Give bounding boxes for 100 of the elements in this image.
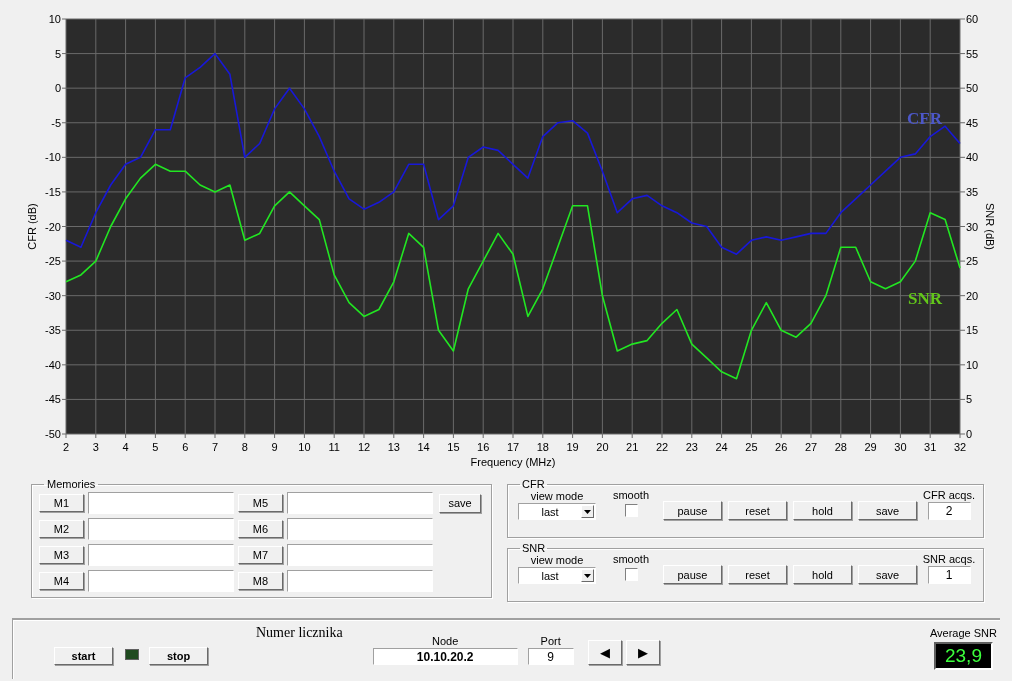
field-label: SNR acqs. bbox=[922, 553, 976, 566]
field-label: Average SNR bbox=[929, 627, 997, 640]
caret-icon bbox=[581, 505, 594, 518]
action-button[interactable]: hold bbox=[793, 565, 852, 584]
previous-button[interactable]: ◀ bbox=[587, 640, 622, 665]
axis-tick-label: 31 bbox=[924, 441, 937, 453]
memory-field[interactable] bbox=[287, 492, 433, 514]
smooth-checkbox[interactable] bbox=[624, 504, 638, 517]
memory-button[interactable]: M4 bbox=[39, 572, 84, 590]
axis-tick-label: 50 bbox=[966, 82, 979, 95]
axis-tick-label: 10 bbox=[298, 441, 311, 453]
axis-tick-label: 9 bbox=[271, 441, 278, 453]
field-label: Node bbox=[432, 635, 459, 648]
memory-field[interactable] bbox=[88, 492, 234, 514]
memory-field[interactable] bbox=[287, 518, 433, 540]
save-button[interactable]: save bbox=[439, 493, 481, 513]
axis-title: SNR (dB) bbox=[984, 202, 996, 251]
axis-tick-label: 26 bbox=[775, 441, 788, 453]
action-button[interactable]: hold bbox=[793, 501, 852, 520]
memory-field[interactable] bbox=[88, 570, 234, 592]
meter-label: Numer licznika bbox=[256, 625, 343, 641]
axis-tick-label: 5 bbox=[966, 393, 973, 406]
axis-tick-label: -25 bbox=[45, 255, 61, 268]
axis-tick-label: 4 bbox=[122, 441, 129, 453]
axis-tick-label: 23 bbox=[685, 441, 698, 453]
memory-button[interactable]: M2 bbox=[39, 520, 84, 538]
field-label: CFR acqs. bbox=[923, 489, 975, 502]
axis-tick-label: 0 bbox=[54, 82, 61, 95]
memory-button[interactable]: M5 bbox=[238, 494, 283, 512]
next-button[interactable]: ▶ bbox=[625, 640, 660, 665]
axis-tick-label: 28 bbox=[834, 441, 847, 453]
stop-button[interactable]: stop bbox=[149, 647, 208, 665]
axis-tick-label: -20 bbox=[45, 220, 61, 233]
memory-field[interactable] bbox=[287, 544, 433, 566]
field-label: Port bbox=[540, 635, 561, 648]
axis-tick-label: 14 bbox=[417, 441, 430, 453]
axis-tick-label: 20 bbox=[966, 289, 979, 302]
axis-tick-label: 15 bbox=[966, 324, 979, 337]
memory-field[interactable] bbox=[88, 544, 234, 566]
action-button[interactable]: pause bbox=[663, 501, 722, 520]
group-title: CFR bbox=[521, 478, 546, 490]
series-label: CFR bbox=[907, 108, 942, 128]
memory-button[interactable]: M6 bbox=[238, 520, 283, 538]
axis-tick-label: 15 bbox=[447, 441, 460, 453]
axis-tick-label: 19 bbox=[566, 441, 579, 453]
axis-tick-label: 10 bbox=[48, 13, 61, 25]
action-button[interactable]: save bbox=[858, 501, 917, 520]
axis-tick-label: 30 bbox=[894, 441, 907, 453]
axis-tick-label: 20 bbox=[596, 441, 609, 453]
node-field[interactable]: 10.10.20.2 bbox=[372, 648, 518, 665]
axis-tick-label: 30 bbox=[966, 220, 979, 233]
axis-tick-label: 22 bbox=[655, 441, 669, 453]
acquisitions-field[interactable]: 1 bbox=[927, 566, 971, 584]
axis-tick-label: 13 bbox=[387, 441, 400, 453]
action-button[interactable]: save bbox=[858, 565, 917, 584]
axis-tick-label: 25 bbox=[745, 441, 758, 453]
axis-title: CFR (dB) bbox=[26, 203, 38, 250]
axis-tick-label: -5 bbox=[51, 116, 61, 129]
view-mode-dropdown[interactable]: last bbox=[518, 567, 596, 584]
acquisitions-field[interactable]: 2 bbox=[927, 502, 971, 520]
axis-tick-label: 17 bbox=[506, 441, 520, 453]
series-label: SNR bbox=[908, 289, 942, 308]
axis-tick-label: 8 bbox=[241, 441, 248, 453]
axis-tick-label: 7 bbox=[211, 441, 219, 453]
axis-tick-label: -40 bbox=[45, 358, 61, 371]
axis-title: Frequency (MHz) bbox=[470, 456, 556, 468]
field-label: smooth bbox=[612, 553, 650, 566]
axis-tick-label: -35 bbox=[45, 324, 61, 337]
axis-tick-label: 32 bbox=[953, 441, 967, 453]
smooth-checkbox[interactable] bbox=[624, 568, 638, 581]
axis-tick-label: 55 bbox=[966, 47, 979, 60]
axis-tick-label: -30 bbox=[45, 289, 61, 302]
axis-tick-label: 35 bbox=[966, 185, 979, 198]
memory-button[interactable]: M8 bbox=[238, 572, 283, 590]
port-field[interactable]: 9 bbox=[527, 648, 574, 665]
action-button[interactable]: reset bbox=[728, 501, 787, 520]
axis-tick-label: 10 bbox=[966, 358, 979, 371]
axis-tick-label: 11 bbox=[328, 441, 340, 453]
field-label: view mode bbox=[530, 490, 584, 503]
view-mode-dropdown[interactable]: last bbox=[518, 503, 596, 520]
memory-button[interactable]: M7 bbox=[238, 546, 283, 564]
axis-tick-label: 3 bbox=[92, 441, 99, 453]
axis-tick-label: 60 bbox=[966, 13, 979, 25]
axis-tick-label: 5 bbox=[54, 47, 61, 60]
axis-tick-label: 29 bbox=[864, 441, 877, 453]
axis-tick-label: 45 bbox=[966, 116, 979, 129]
memory-button[interactable]: M1 bbox=[39, 494, 84, 512]
axis-tick-label: 25 bbox=[966, 255, 979, 268]
memory-field[interactable] bbox=[287, 570, 433, 592]
memory-button[interactable]: M3 bbox=[39, 546, 84, 564]
start-button[interactable]: start bbox=[54, 647, 113, 665]
field-label: view mode bbox=[530, 554, 584, 567]
axis-tick-label: -50 bbox=[45, 428, 61, 440]
action-button[interactable]: pause bbox=[663, 565, 722, 584]
memory-field[interactable] bbox=[88, 518, 234, 540]
axis-tick-label: 16 bbox=[477, 441, 490, 453]
axis-tick-label: 2 bbox=[62, 441, 70, 453]
action-button[interactable]: reset bbox=[728, 565, 787, 584]
axis-tick-label: 6 bbox=[182, 441, 189, 453]
axis-tick-label: 5 bbox=[152, 441, 159, 453]
